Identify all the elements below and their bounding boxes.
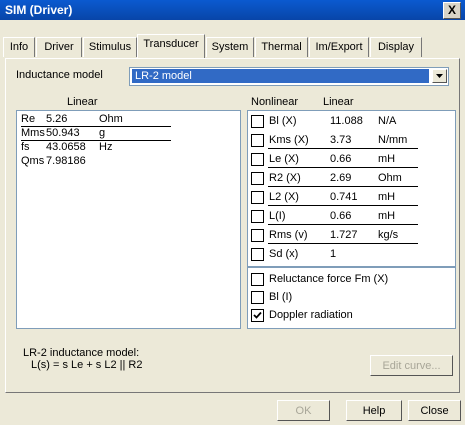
checkbox[interactable]	[251, 248, 264, 261]
param-name: Kms (X)	[269, 134, 309, 146]
linear-header: Linear	[67, 96, 98, 108]
dropdown-arrow-button[interactable]	[432, 69, 447, 83]
param-value[interactable]: 0.66	[330, 153, 351, 165]
underline	[268, 205, 418, 206]
param-value[interactable]: 2.69	[330, 172, 351, 184]
model-info-line1: LR-2 inductance model:	[23, 347, 140, 359]
option-doppler-radiation[interactable]: Doppler radiation	[251, 307, 451, 323]
tab-display[interactable]: Display	[370, 37, 422, 57]
model-info-line2: L(s) = s Le + s L2 || R2	[31, 359, 143, 371]
tab-stimulus[interactable]: Stimulus	[83, 37, 137, 57]
chevron-down-icon	[436, 74, 443, 78]
checkbox-checked[interactable]	[251, 309, 264, 322]
checkbox[interactable]	[251, 115, 264, 128]
ok-button[interactable]: OK	[277, 400, 330, 421]
option-label: Reluctance force Fm (X)	[269, 273, 389, 285]
param-value[interactable]: 50.943	[46, 127, 80, 139]
nonlinear-row-bl: Bl (X) 11.088 N/A	[251, 113, 451, 129]
inductance-model-select[interactable]: LR-2 model	[129, 67, 449, 86]
underline	[268, 167, 418, 168]
checkbox[interactable]	[251, 134, 264, 147]
param-name: fs	[21, 141, 30, 153]
tab-thermal[interactable]: Thermal	[255, 37, 308, 57]
checkbox[interactable]	[251, 172, 264, 185]
nonlinear-row-kms: Kms (X) 3.73 N/mm	[251, 132, 451, 148]
checkbox[interactable]	[251, 273, 264, 286]
close-window-button[interactable]: X	[443, 2, 461, 19]
checkbox[interactable]	[251, 210, 264, 223]
nonlinear-header: Nonlinear	[251, 96, 299, 108]
nonlinear-row-rms: Rms (v) 1.727 kg/s	[251, 227, 451, 243]
option-label: Doppler radiation	[269, 309, 353, 321]
checkbox[interactable]	[251, 153, 264, 166]
inductance-model-label: Inductance model	[16, 69, 103, 81]
linear-row-re: Re 5.26 Ohm	[21, 113, 171, 126]
param-unit: Ohm	[378, 172, 402, 184]
option-bl-i[interactable]: Bl (I)	[251, 289, 451, 305]
param-value[interactable]: 43.0658	[46, 141, 86, 153]
param-name: R2 (X)	[269, 172, 301, 184]
option-label: Bl (I)	[269, 291, 293, 303]
checkmark-icon	[253, 311, 262, 319]
param-unit: kg/s	[378, 229, 399, 241]
edit-curve-button[interactable]: Edit curve...	[370, 355, 453, 376]
param-unit: g	[99, 127, 106, 139]
underline	[268, 148, 418, 149]
param-unit: N/A	[378, 115, 397, 127]
tab-info[interactable]: Info	[3, 37, 35, 57]
nonlinear-params-box: Bl (X) 11.088 N/A Kms (X) 3.73 N/mm Le (…	[247, 110, 456, 267]
linear-row-qms: Qms 7.98186	[21, 155, 171, 168]
title-bar: SIM (Driver) X	[0, 0, 465, 20]
param-value[interactable]: 1	[330, 248, 336, 260]
param-value[interactable]: 7.98186	[46, 155, 86, 167]
param-value[interactable]: 5.26	[46, 113, 67, 125]
checkbox[interactable]	[251, 191, 264, 204]
underline	[268, 186, 418, 187]
param-name: Sd (x)	[269, 248, 299, 260]
underline	[268, 243, 418, 244]
param-name: Qms	[21, 155, 45, 167]
tab-transducer[interactable]: Transducer	[137, 34, 205, 58]
param-value[interactable]: 3.73	[330, 134, 351, 146]
param-name: Re	[21, 113, 36, 125]
nonlinear-linear-header: Linear	[323, 96, 354, 108]
param-name: Le (X)	[269, 153, 299, 165]
checkbox[interactable]	[251, 291, 264, 304]
linear-row-mms: Mms 50.943 g	[21, 127, 171, 140]
checkbox[interactable]	[251, 229, 264, 242]
option-reluctance-force[interactable]: Reluctance force Fm (X)	[251, 271, 451, 287]
options-box: Reluctance force Fm (X) Bl (I) Doppler r…	[247, 267, 456, 329]
param-unit: mH	[378, 191, 396, 203]
underline	[268, 224, 418, 225]
inductance-model-value: LR-2 model	[132, 69, 429, 83]
help-button[interactable]: Help	[346, 400, 402, 421]
nonlinear-row-r2: R2 (X) 2.69 Ohm	[251, 170, 451, 186]
param-unit: mH	[378, 153, 396, 165]
close-button[interactable]: Close	[408, 400, 461, 421]
param-name: Mms	[21, 127, 45, 139]
nonlinear-row-sd: Sd (x) 1	[251, 246, 451, 262]
param-value[interactable]: 11.088	[330, 115, 363, 127]
param-unit: Ohm	[99, 113, 123, 125]
tab-system[interactable]: System	[206, 37, 254, 57]
nonlinear-row-le: Le (X) 0.66 mH	[251, 151, 451, 167]
nonlinear-row-l2: L2 (X) 0.741 mH	[251, 189, 451, 205]
param-unit: mH	[378, 210, 396, 222]
tab-im-export[interactable]: Im/Export	[309, 37, 369, 57]
window-title: SIM (Driver)	[5, 3, 73, 17]
param-name: Rms (v)	[269, 229, 308, 241]
param-name: L2 (X)	[269, 191, 299, 203]
param-value[interactable]: 0.741	[330, 191, 358, 203]
param-name: L(I)	[269, 210, 286, 222]
tab-driver[interactable]: Driver	[36, 37, 82, 57]
linear-row-fs: fs 43.0658 Hz	[21, 141, 171, 154]
param-value[interactable]: 1.727	[330, 229, 358, 241]
param-name: Bl (X)	[269, 115, 297, 127]
param-unit: Hz	[99, 141, 113, 153]
linear-params-box: Re 5.26 Ohm Mms 50.943 g fs 43.0658 Hz Q…	[16, 110, 241, 329]
param-unit: N/mm	[378, 134, 408, 146]
nonlinear-row-li: L(I) 0.66 mH	[251, 208, 451, 224]
param-value[interactable]: 0.66	[330, 210, 351, 222]
